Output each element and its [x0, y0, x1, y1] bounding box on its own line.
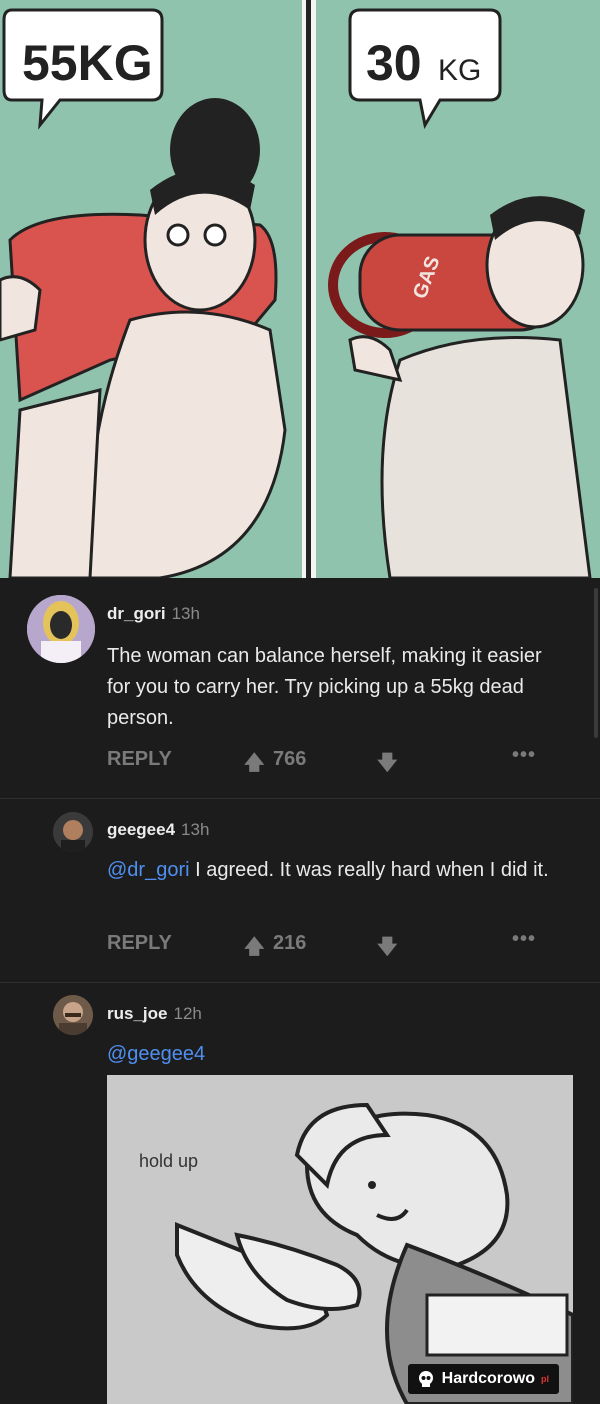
comment-username[interactable]: geegee4 13h [107, 820, 209, 840]
username-text[interactable]: rus_joe [107, 1004, 167, 1023]
upvote-count: 216 [273, 932, 307, 954]
comment-text-content: I agreed. It was really hard when I did … [189, 859, 549, 881]
comment-time: 13h [171, 604, 200, 623]
divider [0, 982, 600, 983]
comment-username[interactable]: dr_gori 13h [107, 604, 200, 624]
watermark-badge: Hardcorowo pl [407, 1364, 559, 1394]
more-options-icon[interactable]: ••• [512, 928, 536, 951]
username-text[interactable]: geegee4 [107, 820, 175, 839]
comic-right-weight-num: 30 [366, 35, 422, 91]
more-options-icon[interactable]: ••• [512, 744, 536, 767]
comment-actions: REPLY 🡅 766 🡇 ••• [107, 744, 547, 774]
comment-time: 12h [173, 1004, 202, 1023]
comment-time: 13h [181, 820, 210, 839]
comment-username[interactable]: rus_joe 12h [107, 1004, 202, 1024]
avatar-icon [53, 995, 93, 1035]
avatar-icon [53, 812, 93, 852]
comment-text: @geegee4 [107, 1039, 557, 1070]
meme-caption: hold up [139, 1151, 199, 1171]
avatar-dr-gori[interactable] [27, 595, 95, 663]
watermark-tld: pl [541, 1374, 549, 1384]
comment-text: @dr_gori I agreed. It was really hard wh… [107, 855, 557, 886]
scrollbar[interactable] [594, 588, 598, 738]
reply-button[interactable]: REPLY [107, 932, 172, 955]
comment-text: The woman can balance herself, making it… [107, 645, 542, 729]
upvote-icon[interactable]: 🡅 [244, 748, 265, 782]
mention-link[interactable]: @dr_gori [107, 859, 190, 881]
upvote-icon[interactable]: 🡅 [244, 932, 265, 966]
comment-actions: REPLY 🡅 216 🡇 ••• [107, 928, 547, 958]
reply-button[interactable]: REPLY [107, 748, 172, 771]
avatar-rus-joe[interactable] [53, 995, 93, 1035]
comic-right-weight-unit: KG [438, 54, 481, 87]
comic-left-weight: 55KG [22, 35, 153, 91]
avatar-icon [27, 595, 95, 663]
avatar-geegee4[interactable] [53, 812, 93, 852]
downvote-icon[interactable]: 🡇 [377, 748, 398, 782]
comic-drawing: 55KG 30 KG GAS [0, 0, 600, 578]
upvote-count: 766 [273, 748, 307, 770]
comment-image[interactable]: hold up Hardcorowo pl [107, 1075, 573, 1404]
downvote-icon[interactable]: 🡇 [377, 932, 398, 966]
mention-link[interactable]: @geegee4 [107, 1043, 205, 1065]
username-text[interactable]: dr_gori [107, 604, 166, 623]
watermark-brand: Hardcorowo [441, 1370, 535, 1387]
skull-icon [418, 1371, 433, 1387]
hold-up-meme-drawing [107, 1075, 573, 1404]
divider [0, 798, 600, 799]
comic-image: 55KG 30 KG GAS [0, 0, 600, 578]
